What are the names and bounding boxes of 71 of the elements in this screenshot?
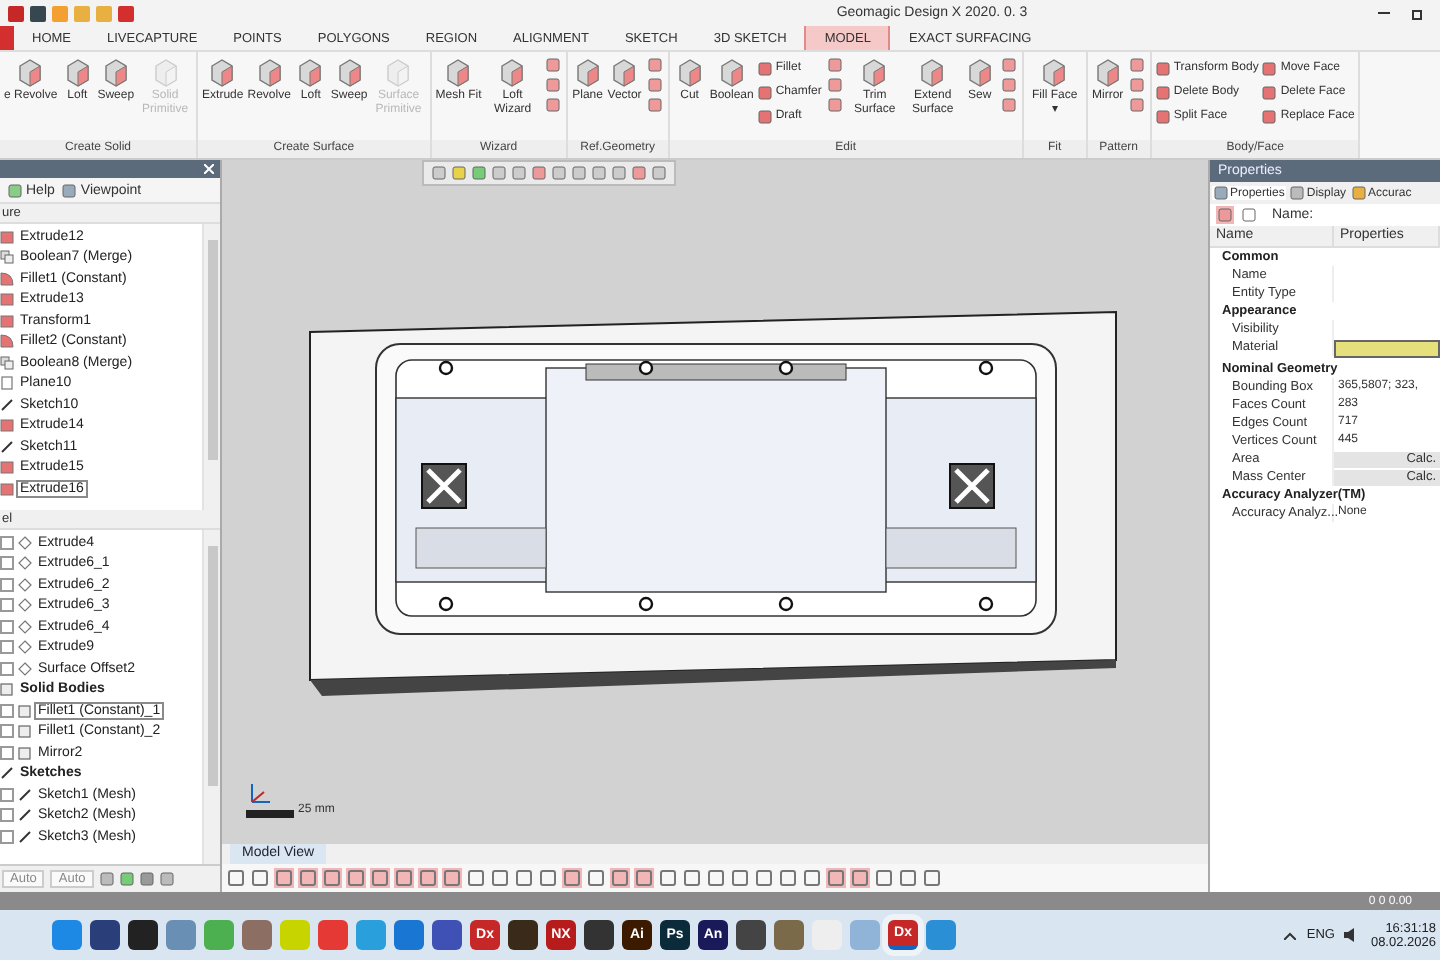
scrollbar[interactable] [202, 530, 220, 864]
taskbar-app[interactable] [736, 920, 766, 950]
bulb-icon [8, 183, 22, 197]
close-icon[interactable] [204, 164, 214, 174]
checkbox[interactable] [0, 619, 14, 634]
view-tool-button[interactable] [706, 868, 726, 888]
checkbox[interactable] [0, 808, 14, 823]
view-tool-button[interactable] [898, 868, 918, 888]
view-tool-button[interactable] [922, 868, 942, 888]
view-tool-button[interactable] [442, 868, 462, 888]
view-tool-button[interactable] [322, 868, 342, 888]
tab-icon [1290, 186, 1305, 200]
view-tool-button[interactable] [874, 868, 894, 888]
pencil-icon [0, 397, 14, 412]
view-tool-button[interactable] [682, 868, 702, 888]
checkbox[interactable] [0, 724, 14, 739]
checkbox[interactable] [0, 577, 14, 592]
scrollbar[interactable] [202, 224, 220, 510]
tab-icon [1214, 186, 1228, 200]
view-tool-button[interactable] [370, 868, 390, 888]
view-tool-button[interactable] [274, 868, 294, 888]
view-tool-button[interactable] [778, 868, 798, 888]
view-tool-button[interactable] [850, 868, 870, 888]
boolean-icon [0, 250, 14, 265]
view-tool-button[interactable] [754, 868, 774, 888]
fillet-icon [0, 334, 14, 349]
view-tool-button[interactable] [514, 868, 534, 888]
solid-icon [0, 229, 14, 244]
view-tool-button[interactable] [826, 868, 846, 888]
view-tool-button[interactable] [538, 868, 558, 888]
axis-triad-icon [246, 780, 274, 808]
view-tool-button[interactable] [634, 868, 654, 888]
view-tool-button[interactable] [610, 868, 630, 888]
sort-button[interactable] [1216, 206, 1234, 224]
material-swatch[interactable] [1334, 340, 1440, 358]
view-tool-button[interactable] [250, 868, 270, 888]
view-tool-button[interactable] [802, 868, 822, 888]
view-tool-button[interactable] [298, 868, 318, 888]
checkbox[interactable] [0, 661, 14, 676]
pencil-icon [0, 439, 14, 454]
boolean-icon [0, 355, 14, 370]
checkbox[interactable] [0, 745, 14, 760]
checkbox[interactable] [0, 787, 14, 802]
view-tool-button[interactable] [226, 868, 246, 888]
checkbox[interactable] [0, 556, 14, 571]
view-tool-button[interactable] [346, 868, 366, 888]
view-tool-button[interactable] [730, 868, 750, 888]
chevron-up-icon[interactable] [1284, 931, 1297, 939]
view-tool-button[interactable] [490, 868, 510, 888]
tab-icon [1352, 186, 1367, 200]
checkbox[interactable] [0, 535, 14, 550]
scale-bar [246, 810, 294, 818]
taskbar-app[interactable] [508, 920, 538, 950]
view-tool-button[interactable] [562, 868, 582, 888]
checkbox[interactable] [0, 829, 14, 844]
monitor-icon [62, 183, 77, 197]
checkbox[interactable] [0, 598, 14, 613]
sort-button[interactable] [1240, 206, 1258, 224]
taskbar-app[interactable] [584, 920, 614, 950]
fillet-icon [0, 271, 14, 286]
solid-icon [0, 418, 14, 433]
view-tool-button[interactable] [466, 868, 486, 888]
checkbox[interactable] [0, 640, 14, 655]
taskbar-app[interactable] [432, 920, 462, 950]
checkbox[interactable] [0, 703, 14, 718]
view-tool-button[interactable] [394, 868, 414, 888]
view-tool-button[interactable] [418, 868, 438, 888]
taskbar-app[interactable] [128, 920, 158, 950]
view-tool-button[interactable] [586, 868, 606, 888]
view-tool-button[interactable] [658, 868, 678, 888]
taskbar-app[interactable] [90, 920, 120, 950]
